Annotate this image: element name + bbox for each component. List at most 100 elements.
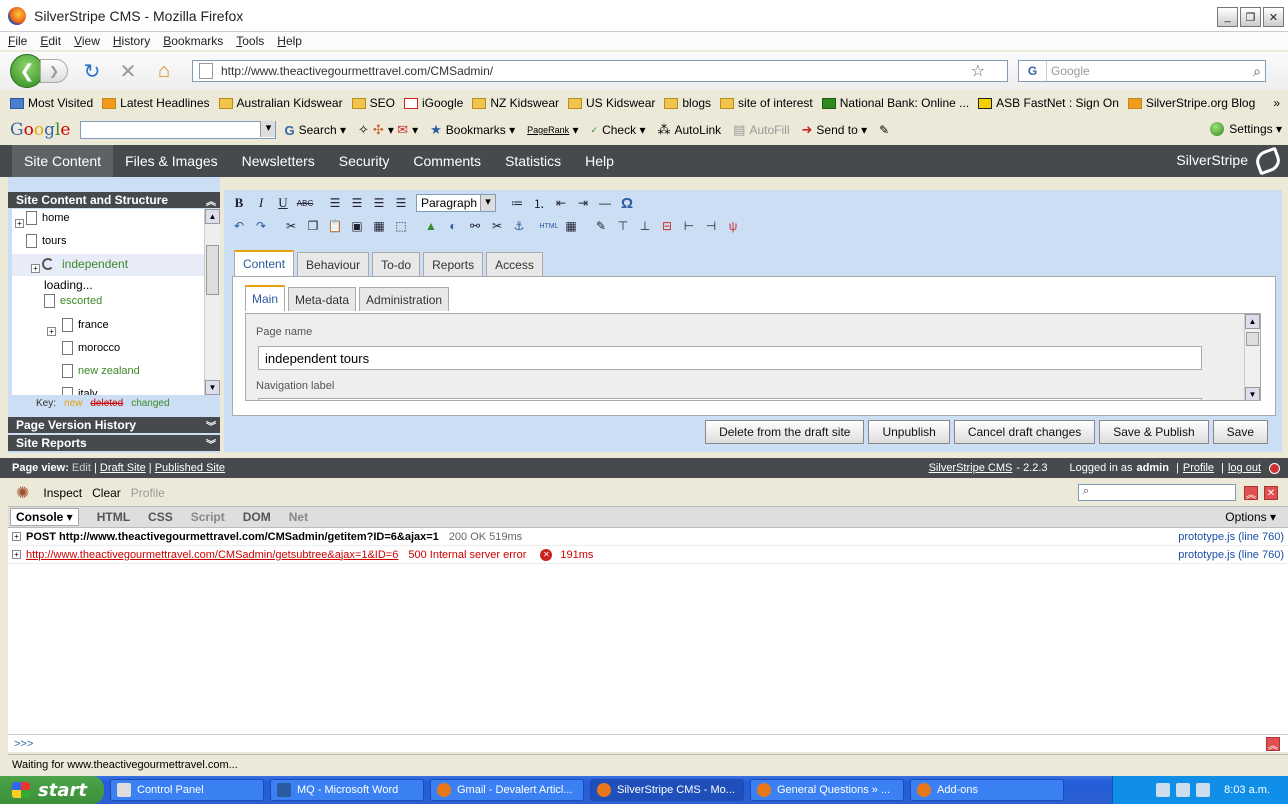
fb-tab-console[interactable]: Console ▾ (10, 508, 79, 526)
cms-tab-statistics[interactable]: Statistics (493, 145, 573, 177)
bookmark-latest-headlines[interactable]: Latest Headlines (102, 96, 210, 110)
menu-file[interactable]: File (8, 34, 27, 48)
task-word[interactable]: MQ - Microsoft Word (270, 779, 424, 801)
row-before-icon[interactable]: ⊤ (612, 216, 634, 236)
fb-tab-dom[interactable]: DOM (243, 510, 271, 524)
fb-tab-script[interactable]: Script (191, 510, 225, 524)
close-button[interactable]: ✕ (1263, 7, 1284, 27)
align-center-icon[interactable]: ☰ (346, 193, 368, 213)
view-published-site-link[interactable]: Published Site (155, 462, 225, 474)
tree-item-tours[interactable]: tours (26, 234, 66, 248)
cms-tab-site-content[interactable]: Site Content (12, 145, 114, 177)
bookmark-nz-kidswear[interactable]: NZ Kidswear (472, 96, 559, 110)
paste-word-icon[interactable]: ▦ (368, 216, 390, 236)
menu-edit[interactable]: Edit (40, 34, 61, 48)
source-link[interactable]: prototype.js (line 760) (1178, 531, 1284, 543)
send-to-button[interactable]: ➜ Send to ▾ (801, 122, 867, 138)
row-after-icon[interactable]: ⊥ (634, 216, 656, 236)
copy-icon[interactable]: ❐ (302, 216, 324, 236)
anchor-icon[interactable]: ⚓ (508, 216, 530, 236)
autolink-button[interactable]: ⁂ AutoLink (657, 122, 721, 138)
tab-access[interactable]: Access (486, 252, 543, 276)
start-button[interactable]: start (0, 776, 104, 804)
cms-tab-help[interactable]: Help (573, 145, 626, 177)
tree-item-escorted[interactable]: escorted (44, 294, 102, 308)
task-control-panel[interactable]: Control Panel (110, 779, 264, 801)
insert-image-icon[interactable]: ▲ (420, 216, 442, 236)
align-right-icon[interactable]: ☰ (368, 193, 390, 213)
align-left-icon[interactable]: ☰ (324, 193, 346, 213)
outdent-icon[interactable]: ⇤ (550, 193, 572, 213)
pencil-icon[interactable]: ✎ (879, 123, 889, 137)
minimize-button[interactable]: _ (1217, 7, 1238, 27)
console-row[interactable]: + POST http://www.theactivegourmettravel… (8, 528, 1288, 546)
back-button[interactable]: ❮ (10, 54, 44, 88)
save-and-publish-button[interactable]: Save & Publish (1099, 420, 1209, 444)
menu-help[interactable]: Help (277, 34, 302, 48)
special-char-icon[interactable]: Ω (616, 193, 638, 213)
table-props-icon[interactable]: ✎ (590, 216, 612, 236)
firebug-icon[interactable]: ✺ (16, 483, 29, 503)
forward-button[interactable]: ❯ (40, 59, 68, 83)
paste-text-icon[interactable]: ▣ (346, 216, 368, 236)
bookmark-star-icon[interactable]: ☆ (971, 61, 985, 81)
firebug-minimize-icon[interactable]: ︽ (1244, 486, 1258, 501)
bold-icon[interactable]: B (228, 193, 250, 213)
bookmark-blogs[interactable]: blogs (664, 96, 711, 110)
volume-icon[interactable] (1196, 783, 1211, 797)
bullet-list-icon[interactable]: ≔ (506, 193, 528, 213)
google-search-input[interactable] (80, 121, 277, 139)
bookmark-seo[interactable]: SEO (351, 96, 395, 110)
toolbar-misc-icons[interactable]: ✧ ✣ ▾ ✉ ▾ (358, 122, 418, 138)
paste-icon[interactable]: 📋 (324, 216, 346, 236)
view-draft-site-link[interactable]: Draft Site (100, 462, 146, 474)
justify-icon[interactable]: ☰ (390, 193, 412, 213)
search-icon[interactable]: ⌕ (1253, 63, 1261, 80)
expand-icon[interactable]: + (47, 327, 56, 336)
tree-scrollbar[interactable]: ▲ ▼ (204, 209, 220, 395)
version-history-header[interactable]: Page Version History ︾ (8, 417, 220, 433)
stop-icon[interactable]: ✕ (116, 59, 140, 83)
undo-icon[interactable]: ↶ (228, 216, 250, 236)
tab-content[interactable]: Content (234, 250, 295, 276)
numbered-list-icon[interactable]: ⒈ (528, 193, 550, 213)
home-icon[interactable]: ⌂ (152, 59, 176, 83)
expand-console-icon[interactable]: ︽ (1266, 737, 1280, 752)
delete-col-icon[interactable]: ψ (722, 216, 744, 236)
tree-item-morocco[interactable]: morocco (62, 341, 120, 355)
subtab-administration[interactable]: Administration (359, 287, 450, 311)
bookmark-asb-fastnet[interactable]: ASB FastNet : Sign On (978, 96, 1119, 110)
link-icon[interactable]: ⚯ (464, 216, 486, 236)
restore-button[interactable]: ❐ (1240, 7, 1261, 27)
cms-tab-newsletters[interactable]: Newsletters (230, 145, 327, 177)
col-after-icon[interactable]: ⊣ (700, 216, 722, 236)
menu-view[interactable]: View (74, 34, 100, 48)
inspect-button[interactable]: Inspect (43, 486, 82, 500)
table-icon[interactable]: ▦ (560, 216, 582, 236)
console-row-error[interactable]: + http://www.theactivegourmettravel.com/… (8, 546, 1288, 564)
tab-reports[interactable]: Reports (423, 252, 484, 276)
menu-tools[interactable]: Tools (236, 34, 264, 48)
tab-todo[interactable]: To-do (372, 252, 421, 276)
google-settings-button[interactable]: Settings ▾ (1210, 122, 1282, 136)
cms-tab-files-images[interactable]: Files & Images (113, 145, 230, 177)
unpublish-button[interactable]: Unpublish (868, 420, 950, 444)
bookmark-silverstripe-blog[interactable]: SilverStripe.org Blog (1127, 96, 1255, 110)
redo-icon[interactable]: ↷ (250, 216, 272, 236)
source-link[interactable]: prototype.js (line 760) (1178, 549, 1284, 561)
bookmark-australian-kidswear[interactable]: Australian Kidswear (218, 96, 343, 110)
tree-item-italy[interactable]: italy (62, 387, 98, 395)
horizontal-rule-icon[interactable]: — (594, 193, 616, 213)
unlink-icon[interactable]: ✂ (486, 216, 508, 236)
more-bookmarks-icon[interactable]: » (1273, 96, 1280, 110)
tree-item-home[interactable]: home (26, 211, 70, 225)
italic-icon[interactable]: I (250, 193, 272, 213)
google-engine-icon[interactable]: G (1019, 61, 1047, 81)
subtab-meta-data[interactable]: Meta-data (288, 287, 357, 311)
page-name-input[interactable]: independent tours (258, 346, 1202, 370)
format-select[interactable]: Paragraph (416, 194, 496, 212)
menu-history[interactable]: History (113, 34, 150, 48)
network-icon[interactable] (1176, 783, 1191, 797)
fb-options-button[interactable]: Options ▾ (1225, 510, 1276, 524)
delete-row-icon[interactable]: ⊟ (656, 216, 678, 236)
